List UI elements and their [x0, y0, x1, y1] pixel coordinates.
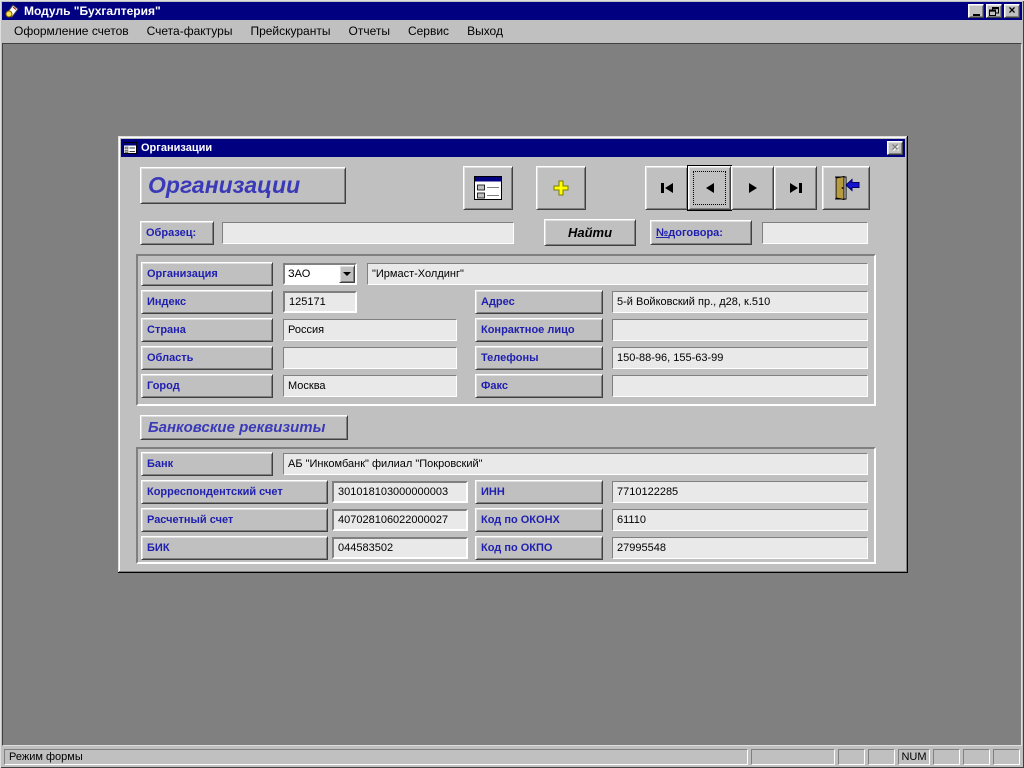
- fax-label: Факс: [475, 374, 603, 398]
- sample-input[interactable]: [222, 222, 514, 244]
- find-button[interactable]: Найти: [544, 219, 636, 246]
- sample-label: Образец:: [140, 221, 214, 245]
- form-heading-box: Организации: [140, 167, 346, 204]
- status-num-indicator: NUM: [898, 749, 930, 765]
- bik-input[interactable]: [332, 537, 468, 559]
- city-input[interactable]: [283, 375, 457, 397]
- form-body: Организации: [121, 157, 905, 570]
- settlement-account-label: Расчетный счет: [141, 508, 328, 532]
- corr-account-label: Корреспондентский счет: [141, 480, 328, 504]
- add-record-button[interactable]: [536, 166, 586, 210]
- status-message: Режим формы: [4, 749, 748, 765]
- status-panel-4: [933, 749, 960, 765]
- okpo-label: Код по ОКПО: [475, 536, 603, 560]
- nav-prev-button[interactable]: [688, 166, 731, 210]
- country-label: Страна: [141, 318, 273, 342]
- menu-item-servis[interactable]: Сервис: [399, 21, 458, 42]
- org-type-value: ЗАО: [288, 268, 310, 280]
- status-panel-3: [868, 749, 895, 765]
- bank-label: Банк: [141, 452, 273, 476]
- window-close-button[interactable]: ×: [1004, 4, 1020, 18]
- bank-section-heading-box: Банковские реквизиты: [140, 415, 348, 440]
- window-minimize-button[interactable]: [968, 4, 984, 18]
- status-panel-6: [993, 749, 1020, 765]
- index-input[interactable]: [283, 291, 357, 313]
- bank-section-heading: Банковские реквизиты: [148, 419, 325, 436]
- menu-item-otchety[interactable]: Отчеты: [339, 21, 398, 42]
- address-input[interactable]: [612, 291, 868, 313]
- city-label: Город: [141, 374, 273, 398]
- corr-account-input[interactable]: [332, 481, 468, 503]
- bik-label: БИК: [141, 536, 328, 560]
- country-input[interactable]: [283, 319, 457, 341]
- contact-input[interactable]: [612, 319, 868, 341]
- form-window-title: Организации: [141, 142, 883, 154]
- phones-label: Телефоны: [475, 346, 603, 370]
- app-window: Модуль "Бухгалтерия" × Оформление счетов…: [0, 0, 1024, 768]
- menu-item-vykhod[interactable]: Выход: [458, 21, 512, 42]
- phones-input[interactable]: [612, 347, 868, 369]
- nav-last-button[interactable]: [774, 166, 817, 210]
- chevron-down-icon: [343, 272, 351, 276]
- menu-item-scheta-faktury[interactable]: Счета-фактуры: [138, 21, 242, 42]
- form-close-icon: ×: [891, 141, 898, 153]
- contract-number-input[interactable]: [762, 222, 868, 244]
- contract-number-label: № договора:: [650, 220, 752, 245]
- fax-input[interactable]: [612, 375, 868, 397]
- organizations-form-window: Организации × Организации: [118, 136, 908, 573]
- form-close-button[interactable]: ×: [887, 141, 903, 155]
- status-panel-1: [751, 749, 835, 765]
- region-input[interactable]: [283, 347, 457, 369]
- okonh-input[interactable]: [612, 509, 868, 531]
- window-restore-button[interactable]: [986, 4, 1002, 18]
- contact-label: Конрактное лицо: [475, 318, 603, 342]
- status-bar: Режим формы NUM: [2, 746, 1022, 766]
- okonh-label: Код по ОКОНХ: [475, 508, 603, 532]
- combo-dropdown-button[interactable]: [339, 265, 355, 283]
- nav-first-button[interactable]: [645, 166, 688, 210]
- app-titlebar: Модуль "Бухгалтерия" ×: [2, 2, 1022, 20]
- menu-bar: Оформление счетов Счета-фактуры Прейскур…: [2, 20, 1022, 43]
- form-view-button[interactable]: [463, 166, 513, 210]
- nav-next-button[interactable]: [731, 166, 774, 210]
- address-label: Адрес: [475, 290, 603, 314]
- first-record-icon: [661, 183, 664, 193]
- form-titlebar: Организации ×: [121, 139, 905, 157]
- form-view-icon: [473, 175, 503, 201]
- contract-number-sign: №: [656, 227, 668, 239]
- plus-icon: [552, 179, 570, 197]
- last-record-icon-bar: [799, 183, 802, 193]
- prev-record-icon: [706, 183, 714, 193]
- okpo-input[interactable]: [612, 537, 868, 559]
- form-icon: [123, 142, 137, 154]
- exit-button[interactable]: [822, 166, 870, 210]
- restore-icon: [989, 7, 999, 16]
- workspace: Организации × Организации: [2, 43, 1022, 746]
- app-icon: [4, 3, 20, 19]
- status-panel-5: [963, 749, 990, 765]
- inn-label: ИНН: [475, 480, 603, 504]
- status-panel-2: [838, 749, 865, 765]
- settlement-account-input[interactable]: [332, 509, 468, 531]
- contract-number-text: договора:: [668, 227, 723, 239]
- minimize-icon: [973, 14, 980, 16]
- org-label: Организация: [141, 262, 273, 286]
- index-label: Индекс: [141, 290, 273, 314]
- close-icon: ×: [1008, 4, 1015, 16]
- org-name-input[interactable]: [367, 263, 868, 285]
- app-title: Модуль "Бухгалтерия": [24, 4, 964, 18]
- bank-input[interactable]: [283, 453, 868, 475]
- menu-item-preiskuranty[interactable]: Прейскуранты: [241, 21, 339, 42]
- region-label: Область: [141, 346, 273, 370]
- inn-input[interactable]: [612, 481, 868, 503]
- org-type-combo[interactable]: ЗАО: [283, 263, 357, 285]
- last-record-icon: [790, 183, 798, 193]
- form-heading: Организации: [148, 172, 300, 199]
- menu-item-oformlenie-schetov[interactable]: Оформление счетов: [5, 21, 138, 42]
- first-record-icon-triangle: [665, 183, 673, 193]
- next-record-icon: [749, 183, 757, 193]
- exit-door-icon: [831, 175, 861, 201]
